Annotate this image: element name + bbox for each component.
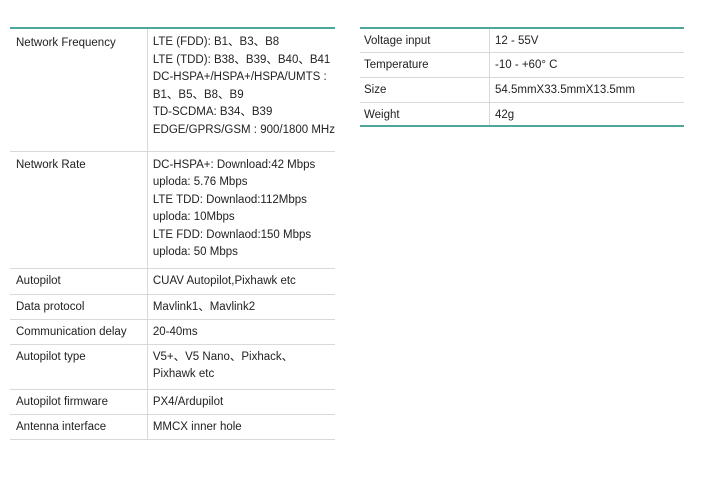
row-label: Communication delay — [10, 319, 147, 344]
row-label-text: Autopilot type — [16, 350, 86, 363]
row-label-text: Antenna interface — [16, 420, 107, 433]
row-value: DC-HSPA+: Download:42 Mbps uploda: 5.76 … — [146, 151, 335, 268]
row-value: 12 - 55V — [489, 28, 684, 52]
value-line: 20-40ms — [152, 325, 198, 338]
value-line: uploda: 5.76 Mbps — [152, 176, 248, 189]
value-line: LTE FDD: Downlaod:150 Mbps — [152, 228, 312, 241]
value-line: uploda: 10Mbps — [152, 211, 235, 224]
value-line: Mavlink1、Mavlink2 — [152, 300, 256, 313]
row-label: Weight — [364, 108, 400, 121]
value-line: EDGE/GPRS/GSM : 900/1800 MHz — [152, 123, 335, 136]
table-row: Weight 42g — [360, 102, 684, 126]
row-label: Temperature — [364, 58, 429, 71]
row-label: Antenna interface — [10, 414, 147, 439]
row-value: 42g — [489, 102, 684, 126]
table-row: Antenna interface MMCX inner hole — [10, 414, 335, 439]
row-label-text: Data protocol — [16, 300, 85, 313]
row-value: PX4/Ardupilot — [146, 389, 335, 414]
row-value: 20-40ms — [146, 319, 335, 344]
table-row: Communication delay 20-40ms — [10, 319, 335, 344]
table-row: Autopilot firmware PX4/Ardupilot — [10, 389, 335, 414]
value-line: Pixhawk etc — [152, 368, 215, 381]
row-label: Voltage input — [364, 35, 431, 47]
value-line: LTE (TDD): B38、B39、B40、B41 — [152, 53, 331, 66]
row-label-text: Autopilot firmware — [16, 395, 109, 408]
table-row: Network Frequency LTE (FDD): B1、B3、B8 LT… — [10, 28, 335, 151]
value-line: DC-HSPA+: Download:42 Mbps — [152, 158, 316, 171]
value-line: DC-HSPA+/HSPA+/HSPA/UMTS : — [152, 71, 327, 84]
value-line: TD-SCDMA: B34、B39 — [152, 106, 273, 119]
value-line: PX4/Ardupilot — [152, 395, 224, 408]
row-value: V5+、V5 Nano、Pixhack、 Pixhawk etc — [146, 344, 335, 389]
spec-table-left: Network Frequency LTE (FDD): B1、B3、B8 LT… — [10, 27, 335, 440]
row-value: -10 - +60° C — [489, 52, 684, 77]
table-row: Temperature -10 - +60° C — [360, 52, 684, 77]
value-line: LTE (FDD): B1、B3、B8 — [152, 36, 280, 48]
row-value: LTE (FDD): B1、B3、B8 LTE (TDD): B38、B39、B… — [146, 28, 335, 151]
value-line: LTE TDD: Downlaod:112Mbps — [152, 193, 307, 206]
table-row: Autopilot type V5+、V5 Nano、Pixhack、 Pixh… — [10, 344, 335, 389]
row-value: MMCX inner hole — [146, 414, 335, 439]
table-row: Autopilot CUAV Autopilot,Pixhawk etc — [10, 268, 335, 294]
row-label: Size — [364, 83, 387, 96]
value-line: V5+、V5 Nano、Pixhack、 — [152, 350, 294, 363]
row-label: Autopilot type — [10, 344, 147, 389]
row-label: Autopilot firmware — [10, 389, 147, 414]
table-row: Voltage input 12 - 55V — [360, 28, 684, 52]
row-label-text: Network Frequency — [16, 37, 116, 49]
spec-table-right: Voltage input 12 - 55V Temperature -10 -… — [360, 27, 684, 127]
row-label: Data protocol — [10, 294, 147, 319]
value-line: uploda: 50 Mbps — [152, 246, 238, 259]
spec-page: { "left_table": { "rows": [ {"label": "N… — [0, 0, 720, 499]
row-label: Network Frequency — [10, 28, 147, 151]
value-line: MMCX inner hole — [152, 420, 242, 433]
value-line: CUAV Autopilot,Pixhawk etc — [152, 274, 296, 287]
value-line: B1、B5、B8、B9 — [152, 88, 244, 101]
table-row: Data protocol Mavlink1、Mavlink2 — [10, 294, 335, 319]
row-label: Network Rate — [10, 151, 147, 268]
row-value: CUAV Autopilot,Pixhawk etc — [146, 268, 335, 294]
table-row: Network Rate DC-HSPA+: Download:42 Mbps … — [10, 151, 335, 268]
row-value: Mavlink1、Mavlink2 — [146, 294, 335, 319]
row-value: 54.5mmX33.5mmX13.5mm — [489, 77, 684, 102]
row-label-text: Network Rate — [16, 158, 86, 171]
table-row: Size 54.5mmX33.5mmX13.5mm — [360, 77, 684, 102]
row-label-text: Communication delay — [16, 325, 127, 338]
row-label: Autopilot — [10, 268, 147, 294]
row-label-text: Autopilot — [16, 274, 61, 287]
